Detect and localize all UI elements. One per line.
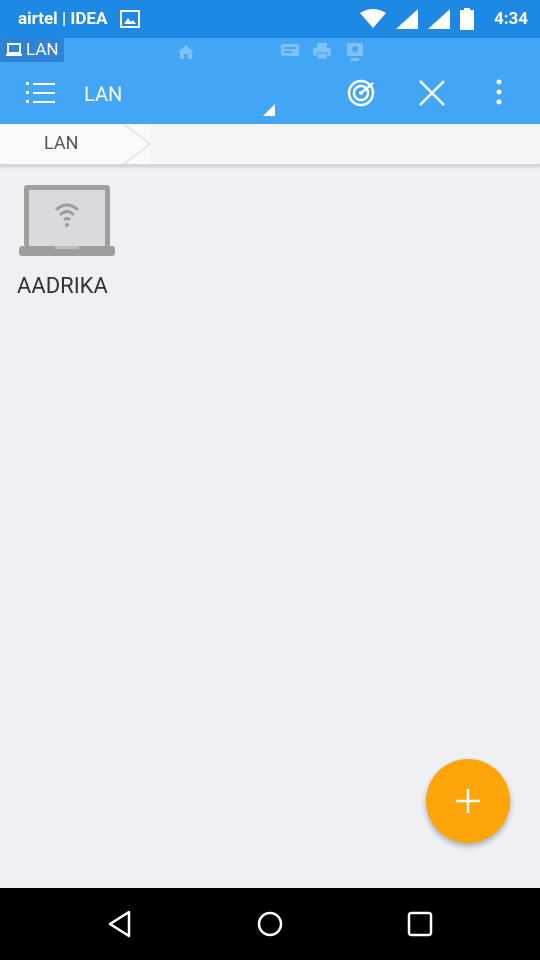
- more-options-icon[interactable]: [495, 78, 503, 110]
- ftp-icon[interactable]: [280, 42, 300, 64]
- scan-radar-icon[interactable]: [346, 78, 376, 112]
- page-title[interactable]: LAN: [84, 82, 122, 106]
- home-icon[interactable]: [176, 42, 196, 64]
- home-nav-icon[interactable]: [256, 910, 284, 942]
- laptop-icon: [6, 43, 22, 56]
- close-icon[interactable]: [418, 79, 446, 111]
- carrier-label: airtel | IDEA: [18, 9, 108, 29]
- app-toolbar: LAN LAN: [0, 38, 540, 124]
- status-bar: airtel | IDEA 4:34: [0, 0, 540, 38]
- clock: 4:34: [493, 9, 528, 29]
- laptop-wifi-icon: [19, 182, 115, 264]
- plus-icon: [456, 789, 480, 813]
- breadcrumb-label: LAN: [44, 133, 79, 154]
- signal-icon: [396, 9, 418, 33]
- signal-icon: [428, 9, 450, 33]
- tab-lan[interactable]: LAN: [0, 38, 64, 62]
- printer-icon[interactable]: [312, 42, 332, 64]
- device-name: AADRIKA: [17, 274, 108, 299]
- status-icons: [360, 8, 474, 34]
- window-tabs: LAN: [0, 38, 540, 68]
- tab-lan-label: LAN: [26, 40, 59, 60]
- system-nav-bar: [0, 888, 540, 960]
- recents-icon[interactable]: [407, 911, 433, 941]
- battery-icon: [460, 8, 474, 34]
- wifi-icon: [360, 9, 386, 33]
- breadcrumb: LAN: [0, 123, 540, 168]
- back-icon[interactable]: [106, 910, 134, 942]
- dropdown-triangle-icon[interactable]: [263, 104, 275, 116]
- breadcrumb-separator-icon: [123, 123, 154, 168]
- menu-icon[interactable]: [26, 80, 56, 108]
- add-button[interactable]: [426, 759, 510, 843]
- image-notification-icon: [120, 10, 140, 32]
- remote-device-icon[interactable]: [345, 42, 365, 64]
